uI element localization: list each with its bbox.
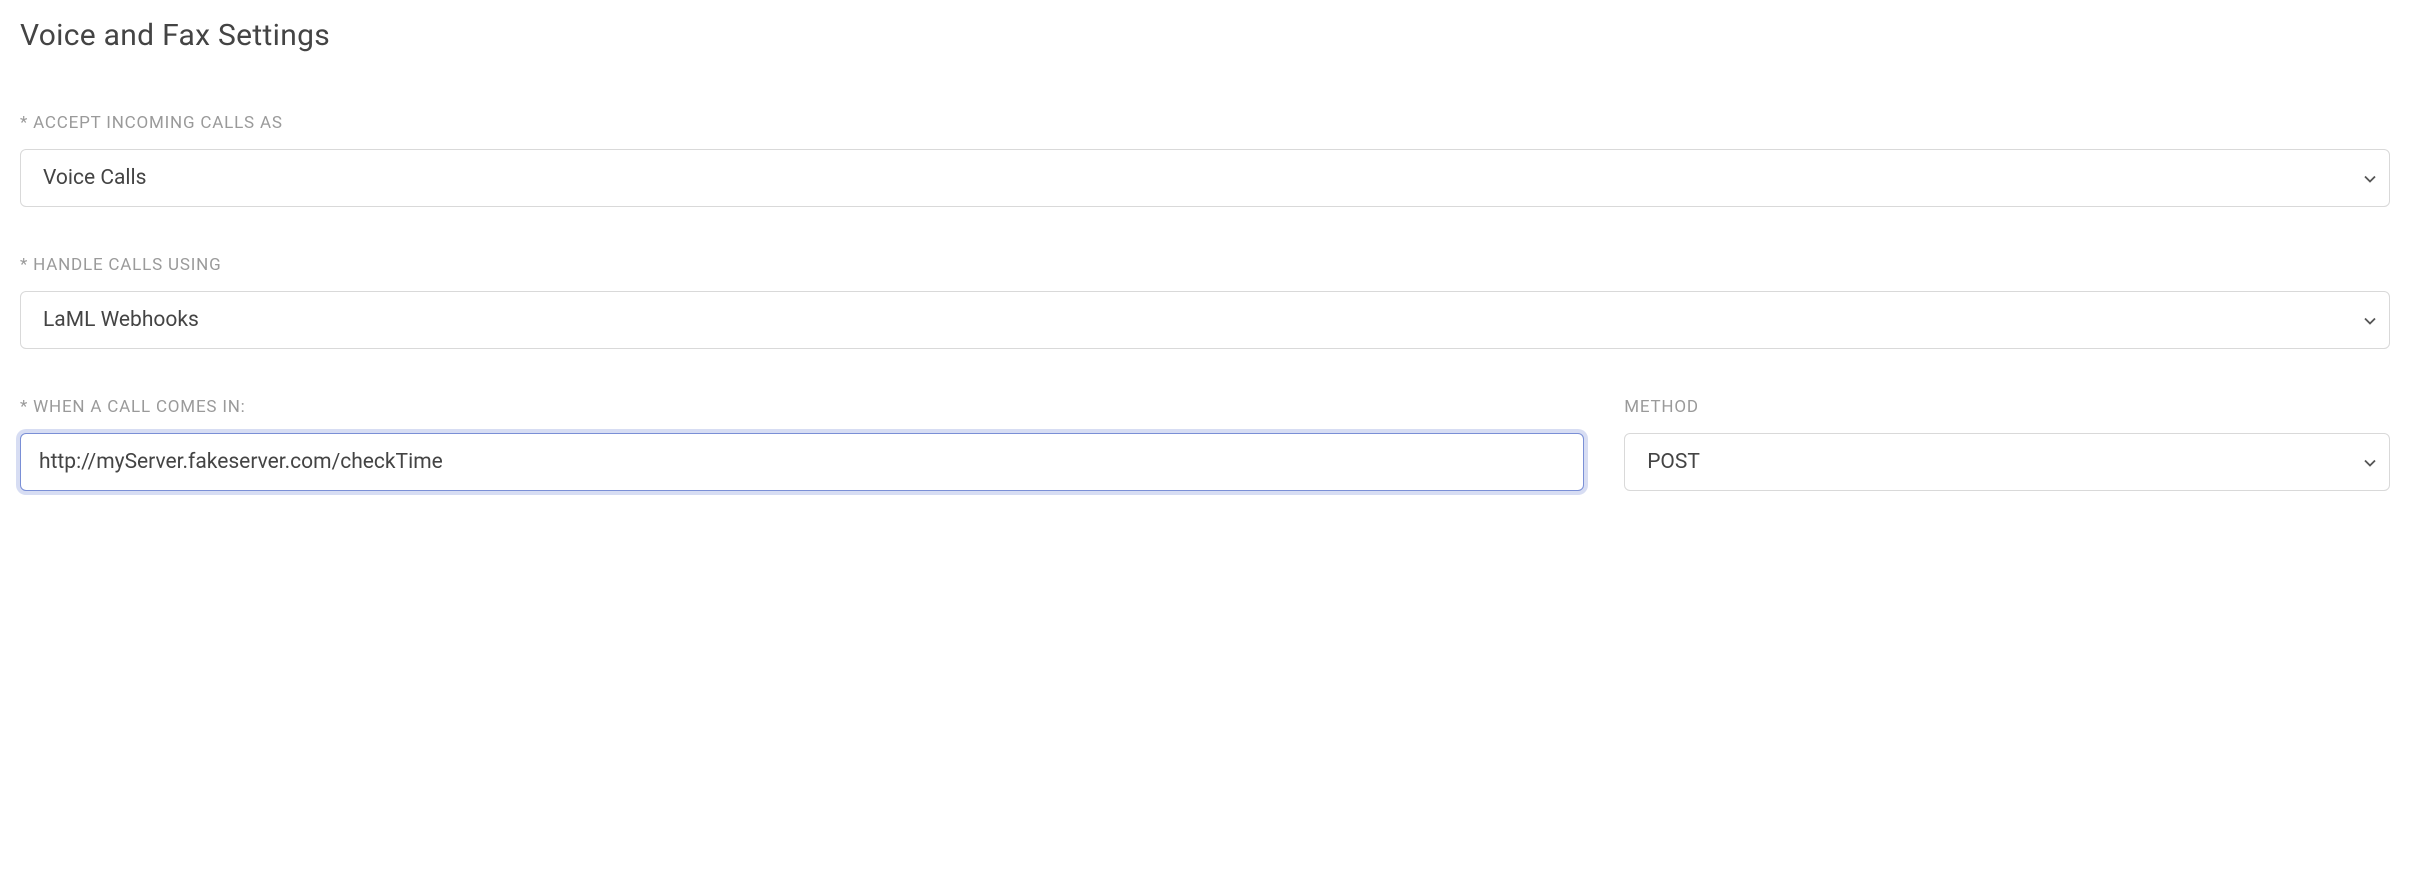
handle-calls-select-wrapper: LaML Webhooks <box>20 291 2390 349</box>
handle-calls-select[interactable]: LaML Webhooks <box>20 291 2390 349</box>
accept-incoming-select-wrapper: Voice Calls <box>20 149 2390 207</box>
method-label: METHOD <box>1624 397 2390 417</box>
call-comes-in-group: * WHEN A CALL COMES IN: <box>20 397 1584 491</box>
call-comes-in-input[interactable] <box>20 433 1584 491</box>
page-title: Voice and Fax Settings <box>20 18 2390 53</box>
method-select-wrapper: POST <box>1624 433 2390 491</box>
accept-incoming-group: * ACCEPT INCOMING CALLS AS Voice Calls <box>20 113 2390 207</box>
call-comes-in-label: * WHEN A CALL COMES IN: <box>20 397 1584 417</box>
accept-incoming-select[interactable]: Voice Calls <box>20 149 2390 207</box>
handle-calls-label: * HANDLE CALLS USING <box>20 255 2390 275</box>
accept-incoming-label: * ACCEPT INCOMING CALLS AS <box>20 113 2390 133</box>
webhook-row: * WHEN A CALL COMES IN: METHOD POST <box>20 397 2390 539</box>
method-group: METHOD POST <box>1624 397 2390 491</box>
handle-calls-group: * HANDLE CALLS USING LaML Webhooks <box>20 255 2390 349</box>
method-select[interactable]: POST <box>1624 433 2390 491</box>
